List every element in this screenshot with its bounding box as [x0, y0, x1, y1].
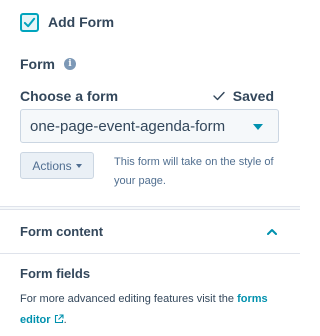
form-fields-description: For more advanced editing features visit…: [20, 289, 286, 331]
add-form-checkbox[interactable]: [20, 12, 39, 32]
chevron-up-icon: [267, 229, 277, 235]
form-content-section-toggle[interactable]: Form content: [0, 210, 300, 254]
caret-down-icon: [75, 163, 82, 168]
form-content-title: Form content: [20, 224, 104, 239]
form-fields-description-text: For more advanced editing features visit…: [20, 293, 235, 305]
info-icon[interactable]: i: [64, 58, 76, 70]
forms-editor-link-continued[interactable]: editor: [20, 314, 64, 326]
check-icon: [213, 91, 225, 101]
forms-editor-link-text-1: forms: [237, 293, 268, 305]
checkmark-icon: [23, 17, 36, 27]
add-form-label: Add Form: [48, 14, 115, 30]
form-heading: Form i: [20, 56, 76, 72]
form-heading-text: Form: [20, 56, 55, 72]
form-fields-description-period: .: [63, 314, 67, 326]
saved-label: Saved: [232, 88, 274, 104]
forms-editor-link[interactable]: forms: [237, 293, 268, 305]
caret-down-icon: [253, 124, 263, 130]
external-link-icon: [54, 314, 64, 324]
saved-status: Saved: [213, 88, 274, 104]
actions-button-label: Actions: [32, 158, 72, 173]
form-select-value: one-page-event-agenda-form: [30, 117, 226, 135]
form-select-dropdown[interactable]: one-page-event-agenda-form: [20, 109, 279, 143]
form-module-panel: Add Form Form i Choose a form Saved one-…: [0, 0, 300, 336]
form-fields-title: Form fields: [20, 266, 91, 281]
forms-editor-link-text-2: editor: [20, 314, 51, 326]
choose-form-row: Choose a form Saved: [20, 88, 274, 104]
add-form-toggle[interactable]: Add Form: [20, 11, 114, 33]
choose-form-label: Choose a form: [20, 88, 119, 104]
actions-button[interactable]: Actions: [20, 152, 94, 179]
form-style-help-text: This form will take on the style of your…: [114, 156, 274, 187]
